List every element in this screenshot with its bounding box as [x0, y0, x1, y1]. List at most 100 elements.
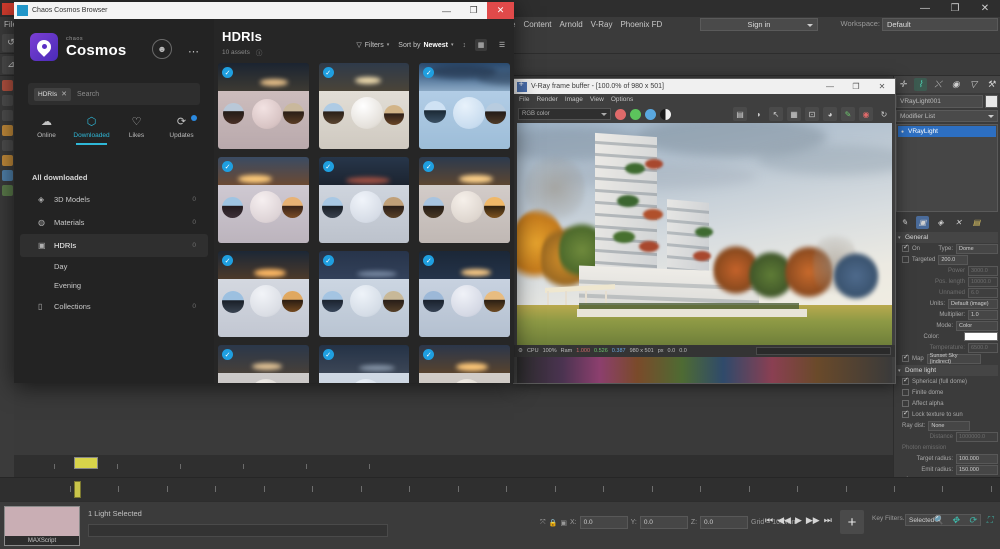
asset-card[interactable]: ✓ [319, 345, 410, 383]
track-mouse-icon[interactable]: ↖ [769, 107, 783, 121]
vfb-channel-dropdown[interactable]: RGB color [518, 108, 611, 120]
create-tab[interactable]: ✛ [896, 78, 909, 91]
clear-image-icon[interactable]: ◑ [751, 107, 765, 121]
asset-card[interactable]: ✓ [419, 251, 510, 337]
param-emit-radius[interactable]: Emit radius: 150.000 [896, 464, 998, 475]
zoom-icon[interactable]: 🔍 [932, 514, 945, 527]
rollout-general[interactable]: General On Type: Dome Targeted 200.0 Pow… [896, 232, 998, 364]
modifier-stack-item[interactable]: VRayLight [898, 126, 996, 137]
modifier-stack-buttons[interactable]: ✎ ▣ ◈ ✕ ▤ [894, 214, 1000, 231]
param-emit-radius-value[interactable]: 150.000 [956, 465, 998, 475]
vray-toolbar-scatter-icon[interactable] [2, 185, 13, 196]
menu-vray[interactable]: V-Ray [587, 20, 617, 29]
modifier-list-dropdown[interactable]: Modifier List [896, 110, 998, 122]
modify-tab[interactable]: ⌇ [914, 78, 927, 91]
play-icon[interactable]: ▶ [795, 515, 802, 526]
next-frame-icon[interactable]: ▶▶ [806, 515, 820, 526]
param-targeted-value[interactable]: 200.0 [938, 255, 968, 265]
pixel-info-icon[interactable]: ⊡ [805, 107, 819, 121]
asset-card[interactable]: ✓ [218, 63, 309, 149]
vfb-render-elements-strip[interactable] [517, 357, 892, 383]
param-lock-texture[interactable]: Lock texture to sun [896, 409, 998, 420]
asset-grid[interactable]: ✓ ✓ [218, 63, 510, 383]
utilities-tab[interactable]: ⚒ [985, 78, 998, 91]
configure-sets-icon[interactable]: ▤ [970, 216, 983, 229]
sign-in-dropdown[interactable]: Sign in [700, 18, 818, 31]
search-bar[interactable]: HDRIs ✕ Search [28, 83, 200, 105]
param-multiplier-value[interactable]: 1.0 [968, 310, 998, 320]
vfb-window-controls[interactable]: — ❐ ✕ [817, 79, 895, 94]
maximize-button[interactable]: ❐ [940, 0, 970, 17]
vfb-close-button[interactable]: ✕ [869, 79, 895, 94]
workspace-dropdown[interactable]: Default [882, 18, 998, 31]
content-toolbar[interactable]: ▽ Filters ▾ Sort by Newest ▾ ↕ ▦ ☰ [356, 39, 508, 51]
cosmos-sidebar[interactable]: chaos Cosmos ☻ ⋯ HDRIs ✕ Search ☁ [14, 19, 214, 383]
param-target-radius-value[interactable]: 100.000 [956, 454, 998, 464]
command-panel[interactable]: ✛ ⌇ ⤬ ◉ ▽ ⚒ VRayLight001 Modifier List V… [893, 76, 1000, 501]
search-chip-remove-icon[interactable]: ✕ [61, 90, 67, 98]
cosmos-minimize-button[interactable]: — [433, 2, 460, 19]
sidebar-item-materials[interactable]: ◍ Materials 0 [20, 211, 208, 234]
vfb-render-image[interactable] [517, 123, 892, 345]
vray-toolbar-cloud-icon[interactable] [2, 170, 13, 181]
vray-toolbar-setup-icon[interactable] [2, 95, 13, 106]
stamp-icon[interactable]: ✎ [841, 107, 855, 121]
sidebar-item-3d-models[interactable]: ◈ 3D Models 0 [20, 188, 208, 211]
coordinate-display[interactable]: ⤧ 🔒 ▣ X: 0.0 Y: 0.0 Z: 0.0 Grid = 10.0mm [540, 516, 798, 529]
param-on[interactable]: On Type: Dome [896, 243, 998, 254]
vfb-menubar[interactable]: File Render Image View Options [514, 94, 895, 105]
time-slider-handle[interactable] [74, 457, 98, 469]
param-spherical[interactable]: Spherical (full dome) [896, 376, 998, 387]
cosmos-nav[interactable]: All downloaded ◈ 3D Models 0 ◍ Materials… [14, 167, 214, 318]
vray-toolbar-light-icon[interactable] [2, 125, 13, 136]
hierarchy-tab[interactable]: ⤬ [932, 78, 945, 91]
asset-card[interactable]: ✓ [419, 345, 510, 383]
rollout-dome-light-header[interactable]: Dome light [896, 365, 998, 376]
cosmos-window-controls[interactable]: — ❐ ✕ [433, 2, 514, 19]
lens-effects-icon[interactable]: ◉ [859, 107, 873, 121]
param-ray-dist[interactable]: Ray dist: None [896, 420, 998, 431]
param-finite-dome[interactable]: Finite dome [896, 387, 998, 398]
param-ray-dist-value[interactable]: None [928, 421, 970, 431]
param-target-radius[interactable]: Target radius: 100.000 [896, 453, 998, 464]
go-to-end-icon[interactable]: ⏭ [824, 515, 832, 526]
param-color[interactable]: Color: [896, 331, 998, 342]
vfb-titlebar[interactable]: V-Ray frame buffer - [100.0% of 980 x 50… [514, 79, 895, 94]
vray-toolbar-sun-icon[interactable] [2, 155, 13, 166]
menu-content[interactable]: Content [520, 20, 556, 29]
search-filter-chip[interactable]: HDRIs ✕ [34, 88, 71, 101]
sort-dropdown[interactable]: Sort by Newest ▾ [398, 42, 453, 49]
cosmos-maximize-button[interactable]: ❐ [460, 2, 487, 19]
param-targeted[interactable]: Targeted 200.0 [896, 254, 998, 265]
close-button[interactable]: ✕ [970, 0, 1000, 17]
history-icon[interactable]: ↻ [877, 107, 891, 121]
previous-frame-icon[interactable]: ◀◀ [777, 515, 791, 526]
red-channel-icon[interactable] [615, 109, 626, 120]
param-map-value[interactable]: Sunset Sky (indirect) [927, 354, 981, 364]
rollout-dome-light[interactable]: Dome light Spherical (full dome) Finite … [896, 365, 998, 486]
green-channel-icon[interactable] [630, 109, 641, 120]
tab-updates[interactable]: ⟳ Updates [159, 117, 204, 139]
menu-phoenix-fd[interactable]: Phoenix FD [616, 20, 666, 29]
alpha-channel-icon[interactable] [660, 109, 671, 120]
viewport-navigation-tools[interactable]: 🔍 ✥ ⟳ ⛶ [932, 514, 996, 527]
go-to-start-icon[interactable]: ⏮ [765, 515, 773, 526]
max-timeline[interactable] [0, 477, 1000, 501]
asset-card[interactable]: ✓ [218, 251, 309, 337]
asset-card[interactable]: ✓ [319, 251, 410, 337]
object-name-row[interactable]: VRayLight001 [896, 95, 998, 108]
list-view-icon[interactable]: ☰ [496, 39, 508, 51]
max-window-controls[interactable]: — ❐ ✕ [910, 0, 1000, 17]
sidebar-item-hdris[interactable]: ▣ HDRIs 0 [20, 234, 208, 257]
sidebar-item-collections[interactable]: ▯ Collections 0 [20, 295, 208, 318]
object-color-swatch[interactable] [985, 95, 998, 108]
timeline-ruler[interactable] [70, 486, 992, 496]
param-units[interactable]: Units: Default (image) [896, 298, 998, 309]
vfb-minimize-button[interactable]: — [817, 79, 843, 94]
vfb-menu-file[interactable]: File [519, 96, 529, 103]
coord-y-field[interactable]: 0.0 [640, 516, 688, 529]
vfb-menu-view[interactable]: View [590, 96, 604, 103]
more-options-icon[interactable]: ⋯ [188, 45, 200, 58]
modifier-stack[interactable]: VRayLight [896, 124, 998, 212]
tab-online[interactable]: ☁ Online [24, 117, 69, 139]
